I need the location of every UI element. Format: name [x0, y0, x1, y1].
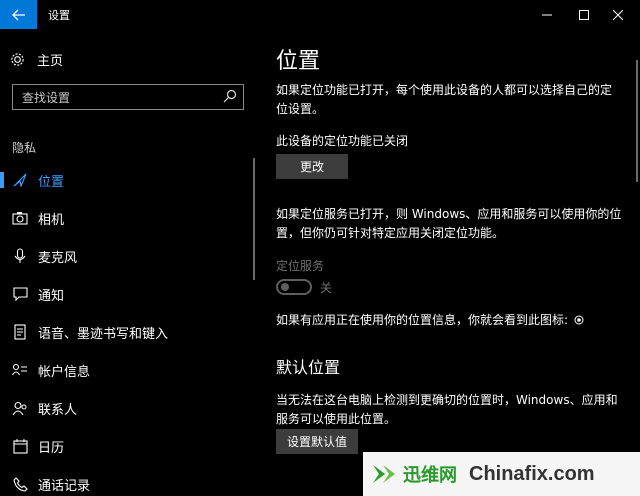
watermark-cn: 迅维网	[403, 465, 457, 486]
nav-home[interactable]: 主页	[10, 49, 63, 69]
watermark: 迅维网 Chinafix.com	[363, 452, 640, 496]
call-history-icon	[12, 476, 28, 492]
set-default-button[interactable]: 设置默认值	[276, 429, 358, 454]
back-arrow-icon	[11, 9, 25, 20]
service-line-2: 置，但你仍可针对特定应用关闭定位功能。	[276, 226, 505, 240]
default-location-text: 当无法在这台电脑上检测到更确切的位置时，Windows、应用和 服务可以使用此位…	[276, 391, 622, 429]
default-line-2: 服务可以使用此位置。	[276, 412, 397, 426]
default-line-1: 当无法在这台电脑上检测到更确切的位置时，Windows、应用和	[276, 393, 618, 407]
icon-note: 如果有应用正在使用你的位置信息，你就会看到此图标:	[276, 311, 636, 330]
intro-line-1: 如果定位功能已打开，每个使用此设备的人都可以选择自己的定	[276, 83, 613, 97]
calendar-icon	[12, 438, 28, 454]
sidebar-item-label: 麦克风	[38, 250, 78, 266]
sidebar-item-label: 联系人	[38, 402, 78, 418]
gear-icon	[11, 52, 24, 66]
location-in-use-icon	[574, 315, 584, 325]
toggle-state-text: 关	[320, 281, 333, 295]
chinafix-logo-icon	[373, 465, 395, 483]
microphone-icon	[12, 248, 28, 264]
account-info-icon	[12, 362, 28, 378]
sidebar-item-label: 帐户信息	[38, 364, 91, 380]
service-line-1: 如果定位服务已打开，则 Windows、应用和服务可以使用你的位	[276, 207, 622, 221]
sidebar-item-label: 位置	[38, 174, 65, 190]
intro-text: 如果定位功能已打开，每个使用此设备的人都可以选择自己的定 位设置。	[276, 81, 622, 119]
location-service-label: 定位服务	[276, 259, 325, 273]
nav-home-label: 主页	[37, 53, 64, 69]
sidebar-item-camera[interactable]: 相机	[0, 200, 256, 236]
device-status-text: 此设备的定位功能已关闭	[276, 134, 409, 148]
speech-inking-icon	[12, 324, 28, 340]
search-input[interactable]: 查找设置	[12, 84, 244, 110]
sidebar-item-notification[interactable]: 通知	[0, 276, 256, 312]
sidebar-scrollbar[interactable]	[253, 158, 255, 280]
default-location-title: 默认位置	[276, 358, 341, 377]
window-title: 设置	[48, 9, 70, 22]
intro-line-2: 位设置。	[276, 102, 325, 116]
sidebar-item-location[interactable]: 位置	[0, 162, 256, 198]
main-content: 位置 如果定位功能已打开，每个使用此设备的人都可以选择自己的定 位设置。 此设备…	[256, 29, 640, 496]
sidebar: 主页 查找设置 隐私 位置 相机 麦克风 通知 语音、墨迹书写和键入 帐户信息 …	[0, 29, 256, 496]
contacts-icon	[12, 400, 28, 416]
location-service-toggle[interactable]	[276, 279, 312, 295]
camera-icon	[12, 210, 28, 226]
back-button[interactable]	[0, 0, 37, 29]
sidebar-item-label: 语音、墨迹书写和键入	[38, 326, 169, 342]
close-button[interactable]	[596, 0, 640, 29]
search-placeholder: 查找设置	[22, 91, 71, 105]
sidebar-item-speech-inking[interactable]: 语音、墨迹书写和键入	[0, 314, 256, 350]
sidebar-item-calendar[interactable]: 日历	[0, 428, 256, 464]
minimize-icon	[542, 14, 552, 15]
group-label-privacy: 隐私	[12, 141, 37, 155]
title-bar: 设置	[0, 0, 640, 29]
sidebar-item-label: 通知	[38, 288, 65, 304]
sidebar-item-call-history[interactable]: 通话记录	[0, 466, 256, 496]
main-scrollbar[interactable]	[636, 60, 638, 182]
sidebar-item-contacts[interactable]: 联系人	[0, 390, 256, 426]
icon-note-text: 如果有应用正在使用你的位置信息，你就会看到此图标:	[276, 313, 569, 327]
notification-icon	[12, 286, 28, 302]
sidebar-item-microphone[interactable]: 麦克风	[0, 238, 256, 274]
location-icon	[12, 172, 28, 188]
search-icon[interactable]	[223, 89, 237, 103]
sidebar-item-label: 通话记录	[38, 478, 91, 494]
page-title: 位置	[276, 49, 321, 74]
close-icon	[613, 9, 623, 20]
change-button[interactable]: 更改	[276, 154, 348, 179]
sidebar-item-label: 相机	[38, 212, 65, 228]
watermark-en: Chinafix.com	[469, 462, 595, 485]
service-text: 如果定位服务已打开，则 Windows、应用和服务可以使用你的位 置，但你仍可针…	[276, 205, 622, 243]
maximize-icon	[579, 9, 589, 20]
sidebar-item-account-info[interactable]: 帐户信息	[0, 352, 256, 388]
toggle-knob	[281, 283, 289, 291]
active-indicator	[0, 172, 4, 188]
sidebar-item-label: 日历	[38, 440, 65, 456]
